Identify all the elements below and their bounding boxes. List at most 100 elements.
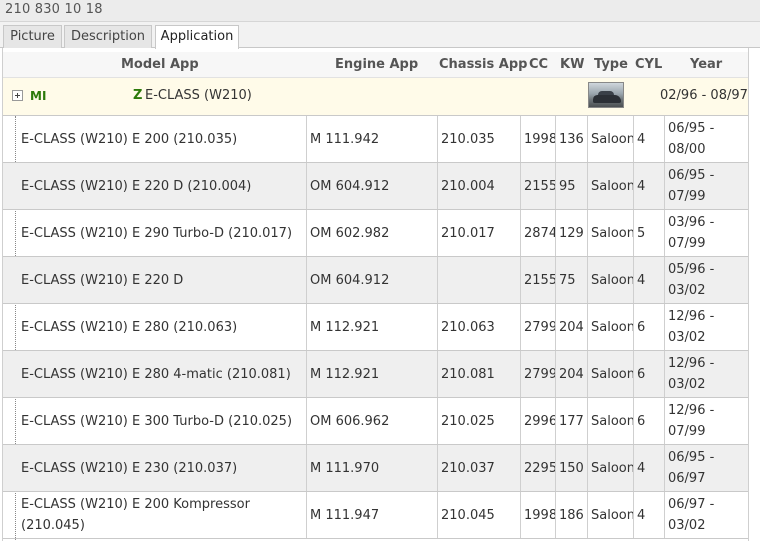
cell-kw: 95 — [555, 163, 587, 209]
cell-model: E-CLASS (W210) E 200 Kompressor (210.045… — [21, 497, 250, 533]
cell-year: 05/96 - 03/02 — [664, 257, 748, 303]
cell-year: 12/96 - 03/02 — [664, 304, 748, 350]
cell-year: 12/96 - 03/02 — [664, 351, 748, 397]
cell-engine: M 112.921 — [306, 351, 437, 397]
cell-cyl: 6 — [633, 304, 664, 350]
cell-type: Saloon — [587, 398, 633, 444]
cell-cc: 2874 — [520, 210, 555, 256]
model-group-years: 02/96 - 08/97 — [660, 88, 748, 103]
cell-cyl: 4 — [633, 163, 664, 209]
cell-type: Saloon — [587, 257, 633, 303]
cell-cc: 1998 — [520, 116, 555, 162]
cell-cc: 2799 — [520, 304, 555, 350]
cell-cyl: 4 — [633, 445, 664, 491]
cell-cc: 2155 — [520, 257, 555, 303]
cell-cyl: 4 — [633, 492, 664, 538]
cell-year: 06/95 - 07/99 — [664, 163, 748, 209]
col-header-cyl[interactable]: CYL — [635, 57, 662, 72]
cell-cyl: 6 — [633, 398, 664, 444]
cell-model: E-CLASS (W210) E 280 (210.063) — [21, 319, 238, 335]
cell-chassis: 210.004 — [437, 163, 520, 209]
cell-kw: 204 — [555, 351, 587, 397]
tab-bar: Picture Description Application — [0, 22, 760, 49]
cell-year: 12/96 - 07/99 — [664, 398, 748, 444]
table-row[interactable]: E-CLASS (W210) E 280 4-matic (210.081) M… — [3, 351, 748, 398]
cell-type: Saloon — [587, 210, 633, 256]
cell-cc: 2295 — [520, 445, 555, 491]
cell-engine: OM 604.912 — [306, 163, 437, 209]
col-header-year[interactable]: Year — [690, 57, 722, 72]
cell-model: E-CLASS (W210) E 220 D (210.004) — [21, 178, 252, 194]
cell-type: Saloon — [587, 304, 633, 350]
cell-chassis: 210.017 — [437, 210, 520, 256]
cell-engine: M 111.970 — [306, 445, 437, 491]
table-row[interactable]: E-CLASS (W210) E 200 Kompressor (210.045… — [3, 492, 748, 539]
table-header: Model App Engine App Chassis App CC KW T… — [3, 52, 748, 78]
table-row[interactable]: E-CLASS (W210) E 280 (210.063) M 112.921… — [3, 304, 748, 351]
cell-chassis: 210.025 — [437, 398, 520, 444]
application-panel: Model App Engine App Chassis App CC KW T… — [2, 48, 749, 541]
cell-cc: 1998 — [520, 492, 555, 538]
cell-chassis — [437, 257, 520, 303]
tab-application[interactable]: Application — [155, 25, 239, 49]
table-row[interactable]: E-CLASS (W210) E 220 D OM 604.912 2155 7… — [3, 257, 748, 304]
cell-model: E-CLASS (W210) E 300 Turbo-D (210.025) — [21, 413, 293, 429]
table-row[interactable]: E-CLASS (W210) E 300 Turbo-D (210.025) O… — [3, 398, 748, 445]
cell-kw: 177 — [555, 398, 587, 444]
col-header-cc[interactable]: CC — [529, 57, 548, 72]
manufacturer-code: MI — [30, 89, 47, 103]
col-header-model[interactable]: Model App — [121, 57, 199, 72]
cell-engine: M 111.947 — [306, 492, 437, 538]
cell-cc: 2155 — [520, 163, 555, 209]
part-number-header: 210 830 10 18 — [0, 0, 760, 22]
cell-cc: 2996 — [520, 398, 555, 444]
model-letter: Z — [133, 88, 143, 103]
cell-cyl: 5 — [633, 210, 664, 256]
table-row[interactable]: E-CLASS (W210) E 200 (210.035) M 111.942… — [3, 116, 748, 163]
cell-engine: OM 604.912 — [306, 257, 437, 303]
expand-plus-icon[interactable] — [12, 90, 23, 101]
cell-type: Saloon — [587, 116, 633, 162]
cell-type: Saloon — [587, 492, 633, 538]
model-group-row[interactable]: MI Z E-CLASS (W210) 02/96 - 08/97 — [3, 78, 748, 116]
cell-model: E-CLASS (W210) E 200 (210.035) — [21, 131, 238, 147]
cell-engine: OM 602.982 — [306, 210, 437, 256]
cell-kw: 204 — [555, 304, 587, 350]
tab-description[interactable]: Description — [64, 25, 152, 48]
cell-cyl: 4 — [633, 116, 664, 162]
col-header-kw[interactable]: KW — [560, 57, 584, 72]
cell-model: E-CLASS (W210) E 220 D — [21, 272, 184, 288]
cell-model: E-CLASS (W210) E 290 Turbo-D (210.017) — [21, 225, 293, 241]
part-number: 210 830 10 18 — [5, 2, 103, 17]
col-header-type[interactable]: Type — [594, 57, 628, 72]
cell-year: 03/96 - 07/99 — [664, 210, 748, 256]
cell-chassis: 210.045 — [437, 492, 520, 538]
cell-year: 06/95 - 06/97 — [664, 445, 748, 491]
cell-engine: M 112.921 — [306, 304, 437, 350]
cell-model: E-CLASS (W210) E 280 4-matic (210.081) — [21, 366, 291, 382]
cell-cyl: 6 — [633, 351, 664, 397]
cell-model: E-CLASS (W210) E 230 (210.037) — [21, 460, 238, 476]
col-header-engine[interactable]: Engine App — [335, 57, 418, 72]
cell-engine: M 111.942 — [306, 116, 437, 162]
tab-picture[interactable]: Picture — [3, 25, 62, 48]
cell-chassis: 210.081 — [437, 351, 520, 397]
table-row[interactable]: E-CLASS (W210) E 220 D (210.004) OM 604.… — [3, 163, 748, 210]
car-photo-icon[interactable] — [588, 82, 624, 108]
cell-cyl: 4 — [633, 257, 664, 303]
cell-cc: 2799 — [520, 351, 555, 397]
cell-year: 06/97 - 03/02 — [664, 492, 748, 538]
cell-kw: 150 — [555, 445, 587, 491]
cell-engine: OM 606.962 — [306, 398, 437, 444]
cell-kw: 186 — [555, 492, 587, 538]
cell-kw: 136 — [555, 116, 587, 162]
table-row[interactable]: E-CLASS (W210) E 290 Turbo-D (210.017) O… — [3, 210, 748, 257]
model-group-name: E-CLASS (W210) — [145, 88, 252, 103]
cell-chassis: 210.063 — [437, 304, 520, 350]
cell-type: Saloon — [587, 163, 633, 209]
cell-type: Saloon — [587, 351, 633, 397]
cell-year: 06/95 - 08/00 — [664, 116, 748, 162]
cell-type: Saloon — [587, 445, 633, 491]
table-row[interactable]: E-CLASS (W210) E 230 (210.037) M 111.970… — [3, 445, 748, 492]
col-header-chassis[interactable]: Chassis App — [439, 57, 527, 72]
